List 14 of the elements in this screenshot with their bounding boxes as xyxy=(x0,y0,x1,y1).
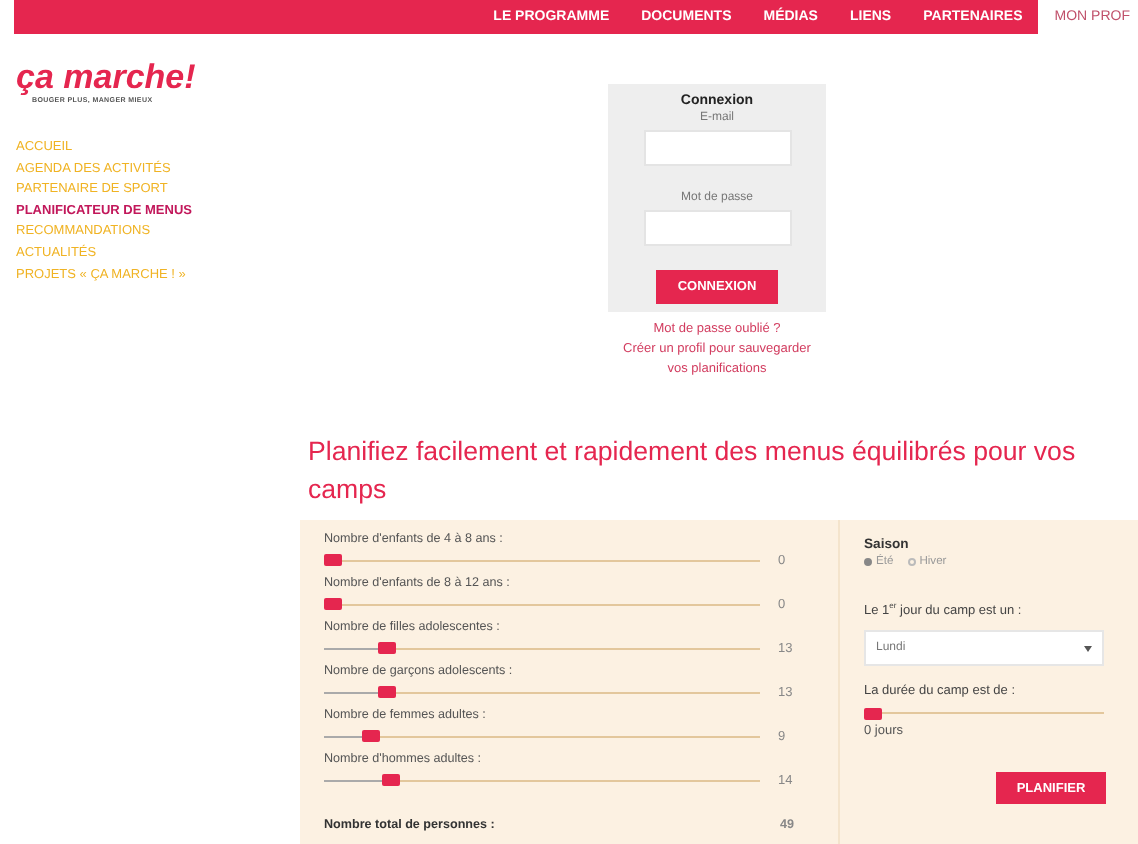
slider-thumb[interactable] xyxy=(378,686,397,698)
caret-icon xyxy=(1084,645,1092,652)
slider-thumb[interactable] xyxy=(324,598,342,610)
slider-thumb[interactable] xyxy=(382,774,401,786)
page-heading: Planifiez facilement et rapidement des menus équilibrés pour vos camps xyxy=(308,434,1078,508)
slider-thumb[interactable] xyxy=(378,642,397,654)
radio-button[interactable] xyxy=(907,558,916,566)
slider-thumb[interactable] xyxy=(864,707,882,720)
logo-title: ça marche! xyxy=(16,62,196,94)
password-field[interactable] xyxy=(643,210,791,246)
slider-thumb[interactable] xyxy=(361,730,380,742)
slider-thumb[interactable] xyxy=(324,554,342,566)
email-field[interactable] xyxy=(643,130,791,166)
radio-button[interactable] xyxy=(864,558,872,566)
